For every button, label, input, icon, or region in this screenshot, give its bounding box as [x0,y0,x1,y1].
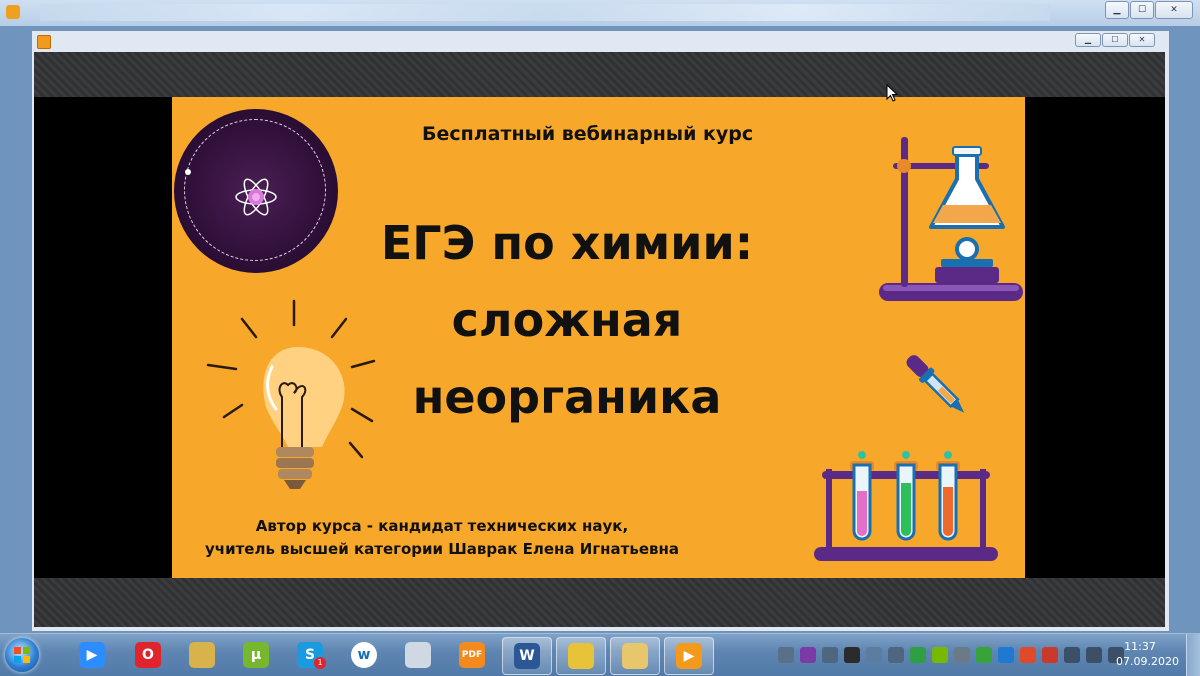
mouse-cursor-icon [886,84,898,102]
player-close-button[interactable]: ✕ [1129,33,1155,47]
player-minimize-button[interactable]: ▁ [1075,33,1101,47]
atom-icon [235,178,277,216]
webinar-slide: Бесплатный вебинарный курс ЕГЭ по химии:… [172,97,1025,578]
wrike-icon: w [351,642,377,668]
author-line-1: Автор курса - кандидат технических наук, [255,517,629,535]
light-bulb-icon [206,299,376,489]
tray-dc-icon[interactable] [844,647,860,663]
taskbar-chrome-button[interactable] [556,637,606,675]
clock-date: 07.09.2020 [1116,655,1179,668]
taskbar-clock[interactable]: 11:37 07.09.2020 [1116,639,1179,669]
windows-logo-icon [14,647,30,663]
taskbar: ▶ Oµ S 1 w PDF W ▶ 11:37 07.09.2020 [0,633,1200,676]
tray-mouse-icon[interactable] [954,647,970,663]
pipette-dropper-icon [906,355,965,413]
tray-shield-icon[interactable] [910,647,926,663]
taskbar-skype-button[interactable]: S1 [286,637,334,673]
taskbar-pdf-button[interactable]: PDF [448,637,496,673]
player-maximize-button[interactable]: ☐ [1102,33,1128,47]
tray-tool-icon[interactable] [822,647,838,663]
lab-stand-flask-icon [879,137,1023,301]
taskbar-zoom-button[interactable]: ▶ [68,637,116,673]
title-line-3: неорганика [412,370,722,424]
folders-icon [189,642,215,668]
tray-green-icon[interactable] [976,647,992,663]
player-window-controls: ▁ ☐ ✕ [1074,33,1155,47]
media-player-app-icon [6,5,20,19]
utorrent-icon: µ [243,642,269,668]
atom-illustration [174,109,338,273]
taskbar-word-button[interactable]: W [502,637,552,675]
video-canvas[interactable]: Бесплатный вебинарный курс ЕГЭ по химии:… [34,52,1165,627]
test-tube-rack-icon [814,451,998,561]
tray-onenote-icon[interactable] [800,647,816,663]
media-player-window: ▁ ☐ ✕ Бесплатный вебинарный курс ЕГЭ по … [31,30,1170,632]
outer-window-title-area [40,4,1050,21]
chrome-icon [568,643,594,669]
tray-dropbox-icon[interactable] [998,647,1014,663]
clock-time: 11:37 [1124,640,1156,653]
taskbar-explorer-button[interactable] [610,637,660,675]
outer-window-titlebar: ▁ ☐ ✕ [0,0,1200,26]
start-button[interactable] [5,638,39,672]
taskbar-folders-button[interactable] [178,637,226,673]
system-tray [778,642,1124,668]
slide-title: ЕГЭ по химии: сложная неорганика [332,205,802,436]
paint-icon [405,642,431,668]
tray-nvidia-icon[interactable] [932,647,948,663]
taskbar-paint-button[interactable] [394,637,442,673]
slide-subtitle: Бесплатный вебинарный курс [422,123,754,145]
zoom-icon: ▶ [79,642,105,668]
tray-pen-icon[interactable] [778,647,794,663]
notification-badge: 1 [314,657,326,669]
title-line-1: ЕГЭ по химии: [380,216,754,270]
outer-maximize-button[interactable]: ☐ [1130,1,1154,19]
player-app-icon [37,35,51,49]
show-desktop-button[interactable] [1186,634,1200,676]
tray-signal-icon[interactable] [1086,647,1102,663]
tray-usb-icon[interactable] [888,647,904,663]
taskbar-media-player-button[interactable]: ▶ [664,637,714,675]
tray-network-icon[interactable] [1064,647,1080,663]
electron-dot [185,169,191,175]
title-line-2: сложная [451,293,683,347]
slide-author: Автор курса - кандидат технических наук,… [172,515,712,561]
taskbar-opera-button[interactable]: O [124,637,172,673]
tray-chevron-icon[interactable] [866,647,882,663]
word-icon: W [514,643,540,669]
author-line-2: учитель высшей категории Шаврак Елена Иг… [205,540,679,558]
tray-flag-icon[interactable] [1042,647,1058,663]
outer-minimize-button[interactable]: ▁ [1105,1,1129,19]
taskbar-utorrent-button[interactable]: µ [232,637,280,673]
video-letterbox-top [34,52,1165,97]
tray-sync-icon[interactable] [1020,647,1036,663]
taskbar-wrike-button[interactable]: w [340,637,388,673]
video-letterbox-bottom [34,578,1165,627]
player-titlebar: ▁ ☐ ✕ [32,31,1169,51]
explorer-icon [622,643,648,669]
opera-icon: O [135,642,161,668]
outer-close-button[interactable]: ✕ [1155,1,1193,19]
outer-window-controls: ▁ ☐ ✕ [1104,1,1193,19]
media-player-icon: ▶ [676,643,702,669]
pdf-icon: PDF [459,642,485,668]
